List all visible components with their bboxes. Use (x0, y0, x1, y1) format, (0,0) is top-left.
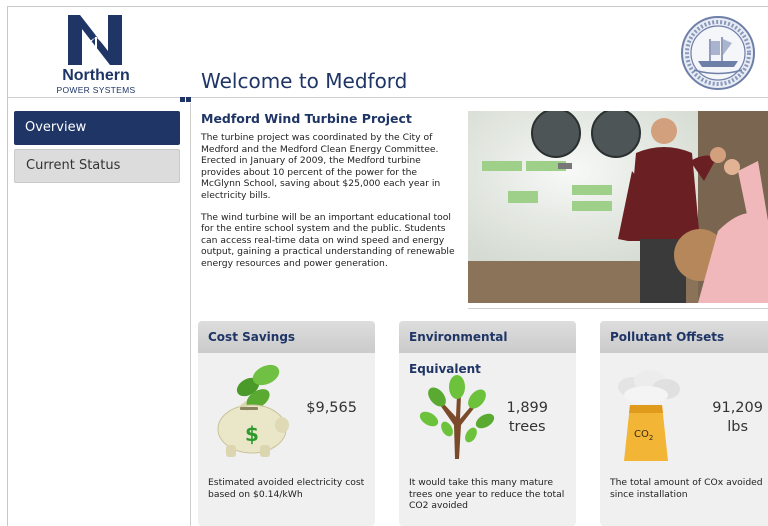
pollutant-offsets-card: Pollutant Offsets CO2 91,209 lbs The tot… (600, 321, 768, 526)
piggy-bank-icon: $ (217, 364, 289, 457)
lbs-value-group: 91,209 lbs (712, 399, 763, 437)
photo-divider (468, 308, 768, 309)
section-title: Medford Wind Turbine Project (201, 111, 412, 126)
cost-savings-card: Cost Savings $ $9,565 Estimated avoided … (198, 321, 375, 526)
card-title: Environmental Equivalent (399, 321, 576, 376)
card-title: Pollutant Offsets (600, 321, 768, 353)
app-frame: Northern POWER SYSTEMS Welcome to Medfor… (7, 6, 768, 526)
tree-icon (419, 375, 495, 459)
smokestack-icon (618, 370, 680, 461)
sidebar-divider (190, 103, 191, 526)
card-description: It would take this many mature trees one… (409, 477, 565, 511)
intro-paragraph-1: The turbine project was coordinated by t… (201, 132, 441, 201)
city-seal-icon (681, 16, 755, 90)
svg-text:$: $ (245, 422, 259, 446)
page-title: Welcome to Medford (201, 69, 408, 93)
trees-unit: trees (508, 419, 546, 435)
lbs-value: 91,209 (712, 400, 763, 416)
brand-name: Northern (62, 67, 130, 84)
co2-label: CO2 (634, 429, 653, 442)
card-title: Cost Savings (198, 321, 375, 353)
trees-value-group: 1,899 trees (506, 399, 548, 437)
trees-value: 1,899 (506, 400, 548, 416)
co2-subscript: 2 (648, 434, 654, 442)
card-description: The total amount of COx avoided since in… (610, 477, 763, 500)
header-divider (8, 97, 768, 98)
environmental-equivalent-card: Environmental Equivalent 1,899 trees It … (399, 321, 576, 526)
brand-subtitle: POWER SYSTEMS (56, 85, 136, 95)
sidebar-nav: Overview Current Status (14, 111, 180, 187)
classroom-photo (468, 111, 768, 303)
northern-power-logo[interactable]: Northern POWER SYSTEMS (46, 11, 146, 99)
card-description: Estimated avoided electricity cost based… (208, 477, 365, 500)
co2-text: CO (634, 429, 649, 440)
intro-paragraph-2: The wind turbine will be an important ed… (201, 211, 455, 269)
sidebar-item-current-status[interactable]: Current Status (14, 149, 180, 183)
sidebar-item-overview[interactable]: Overview (14, 111, 180, 145)
intro-section: Medford Wind Turbine Project The turbine… (201, 111, 459, 280)
corner-marks (180, 97, 194, 105)
lbs-unit: lbs (727, 419, 749, 435)
classroom-illustration (468, 111, 768, 303)
turbine-n-logo-icon (68, 15, 122, 65)
cost-savings-value: $9,565 (306, 400, 357, 416)
